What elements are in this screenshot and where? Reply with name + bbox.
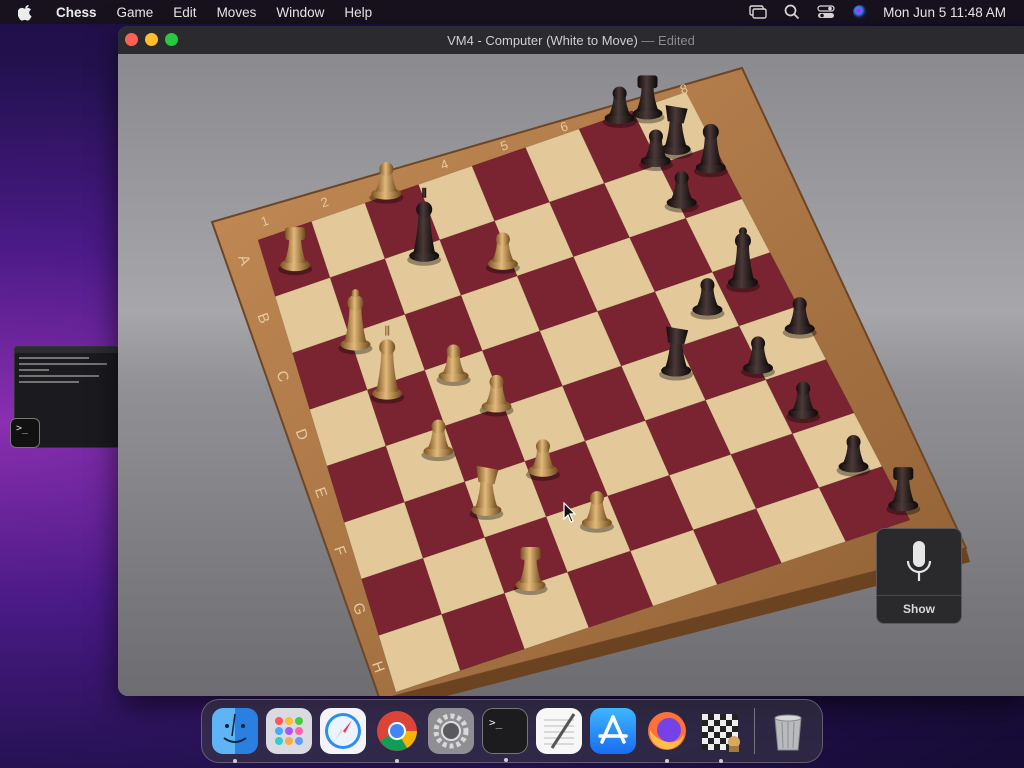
chess-app-icon[interactable] — [698, 708, 744, 763]
menu-moves[interactable]: Moves — [207, 5, 267, 20]
running-indicator — [395, 759, 399, 763]
menu-app-name[interactable]: Chess — [50, 5, 107, 20]
siri-icon[interactable] — [851, 4, 869, 20]
menu-bar: Chess Game Edit Moves Window Help Mon Ju… — [0, 0, 1024, 24]
firefox-icon[interactable] — [644, 708, 690, 763]
svg-text:>_: >_ — [489, 716, 503, 729]
running-indicator — [233, 759, 237, 763]
apple-menu-icon[interactable] — [18, 3, 36, 21]
menu-game[interactable]: Game — [107, 5, 164, 20]
running-indicator — [665, 759, 669, 763]
voice-show-button[interactable]: Show — [877, 602, 961, 616]
finder-icon[interactable] — [212, 708, 258, 763]
running-indicator — [504, 758, 508, 762]
running-indicator — [719, 759, 723, 763]
launchpad-icon[interactable] — [266, 708, 312, 754]
system-settings-icon[interactable] — [428, 708, 474, 754]
microphone-icon[interactable] — [904, 539, 934, 589]
menu-help[interactable]: Help — [334, 5, 382, 20]
chrome-icon[interactable] — [374, 708, 420, 763]
trash-icon[interactable] — [765, 708, 811, 754]
voice-control-panel[interactable]: Show — [876, 528, 962, 624]
mouse-cursor-icon — [563, 502, 577, 523]
screen-mirroring-icon[interactable] — [749, 4, 767, 20]
terminal-icon[interactable]: >_ — [482, 708, 528, 762]
dock-separator — [754, 708, 755, 754]
control-center-icon[interactable] — [817, 4, 835, 20]
textedit-icon[interactable] — [536, 708, 582, 754]
dock: >_ — [201, 699, 823, 763]
menu-window[interactable]: Window — [266, 5, 334, 20]
terminal-window-icon[interactable]: >_ — [10, 418, 40, 448]
voice-divider — [877, 595, 961, 596]
menu-clock[interactable]: Mon Jun 5 11:48 AM — [883, 5, 1006, 20]
menu-edit[interactable]: Edit — [163, 5, 206, 20]
app-store-icon[interactable] — [590, 708, 636, 754]
spotlight-search-icon[interactable] — [783, 4, 801, 20]
safari-icon[interactable] — [320, 708, 366, 754]
